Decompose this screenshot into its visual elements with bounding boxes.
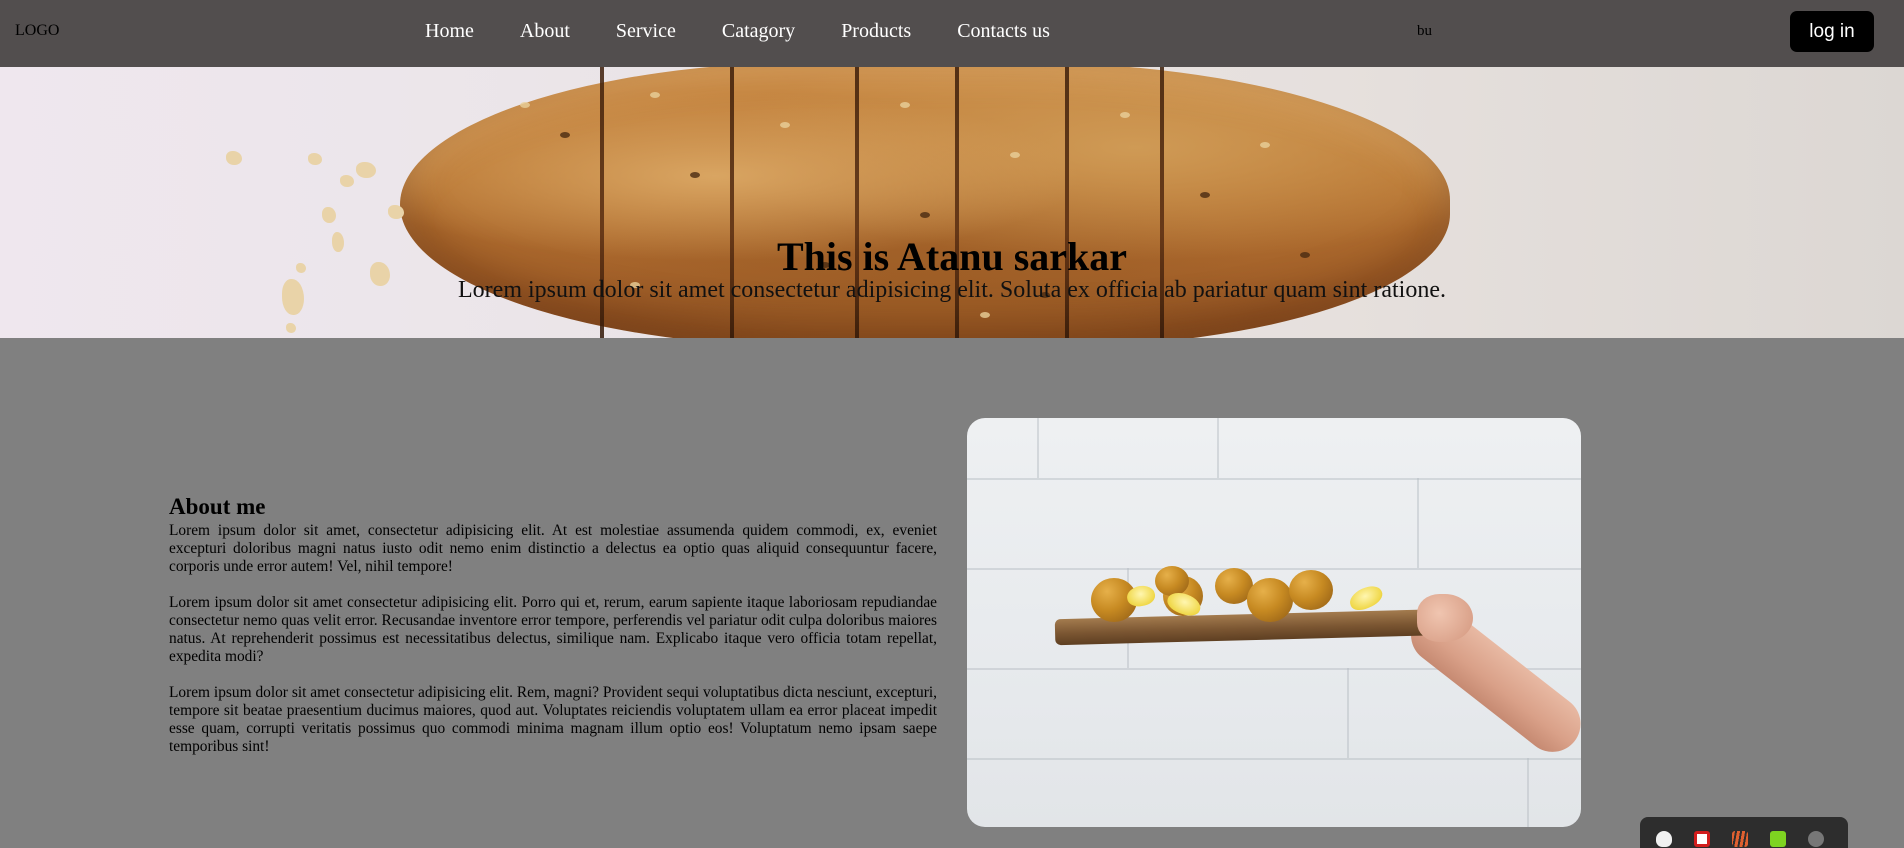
discord-icon[interactable] [1656,831,1672,847]
about-heading: About me [169,494,266,519]
stripes-app-icon[interactable] [1732,831,1748,847]
pdf-icon[interactable] [1694,831,1710,847]
green-app-icon[interactable] [1770,831,1786,847]
system-tray [1640,817,1848,848]
nav-link-home[interactable]: Home [425,20,474,43]
hero-title: This is Atanu sarkar [776,234,1128,279]
login-button[interactable]: log in [1790,11,1874,52]
nav-link-catagory[interactable]: Catagory [722,20,795,43]
food-photo [967,418,1581,827]
nav-link-about[interactable]: About [520,20,570,43]
about-paragraph: Lorem ipsum dolor sit amet consectetur a… [169,684,937,755]
nav-link-service[interactable]: Service [616,20,676,43]
about-paragraph: Lorem ipsum dolor sit amet consectetur a… [169,594,937,665]
top-navbar: LOGO Home About Service Catagory Product… [0,0,1904,67]
hand [1417,594,1473,642]
nav-link-contacts[interactable]: Contacts us [957,20,1050,43]
nav-link-products[interactable]: Products [841,20,911,43]
logo[interactable]: LOGO [15,22,59,40]
about-paragraph: Lorem ipsum dolor sit amet, consectetur … [169,522,937,575]
settings-icon[interactable] [1808,831,1824,847]
hero-subtitle: Lorem ipsum dolor sit amet consectetur a… [458,277,1446,303]
hero-banner: This is Atanu sarkar Lorem ipsum dolor s… [0,67,1904,338]
about-section: About me Lorem ipsum dolor sit amet, con… [169,494,937,774]
nav-links: Home About Service Catagory Products Con… [425,20,1096,43]
user-tag: bu [1417,23,1432,39]
